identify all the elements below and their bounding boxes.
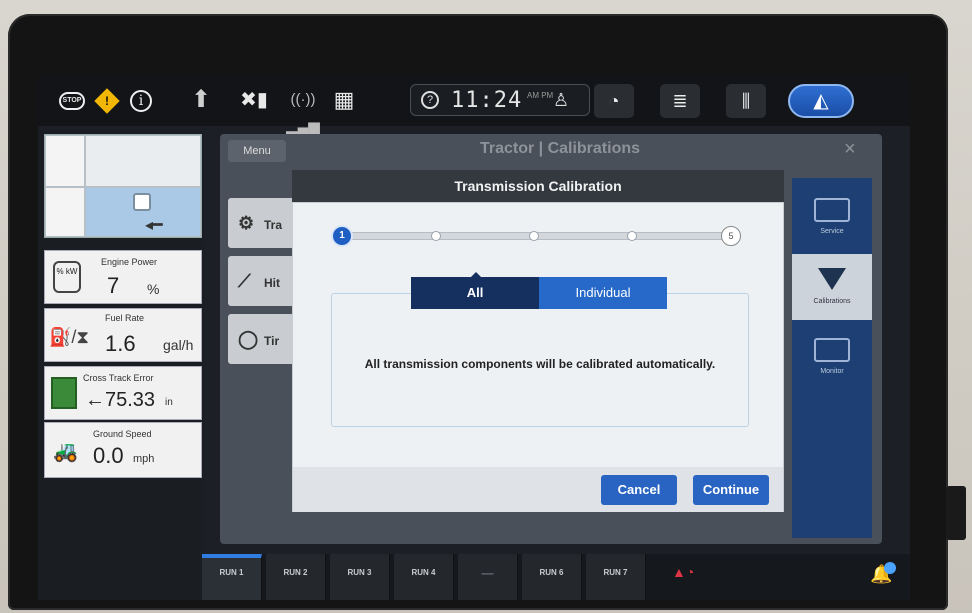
ampm-indicator: AM PM [527,91,554,100]
gear-icon: ⚙ [238,213,255,233]
nav-calibrations[interactable]: Calibrations [792,254,872,320]
engine-power-widget[interactable]: % kW Engine Power 7 % [44,250,202,304]
engine-power-icon: % kW [53,261,81,293]
list-item-label: Tra [264,218,283,232]
field-icon[interactable]: ≣ [660,84,700,118]
step-dot [627,231,637,241]
gps-icon[interactable]: ✖▮ [232,86,276,114]
status-bar: STOP ! i ⬆ ✖▮ ((·)) ▂▄▆ ▦ ? 11:24 AM PM … [38,74,910,136]
device-side-tab [946,486,966,540]
grid-icon[interactable]: ▦ [330,86,358,114]
monitor-icon [814,338,850,362]
cross-track-widget[interactable]: Cross Track Error ←75.33 in [44,366,202,420]
list-item-label: Hit [264,276,280,290]
notification-badge [884,562,896,574]
cross-track-value: ←75.33 [85,389,156,411]
nav-monitor[interactable]: Monitor [792,324,872,390]
tab-run-5-empty[interactable]: — [458,554,518,600]
run-bar: RUN 1 RUN 2 RUN 3 RUN 4 — RUN 6 RUN 7 ▲◔… [202,554,910,600]
cancel-button[interactable]: Cancel [601,475,677,505]
engine-power-unit: % [147,281,160,297]
fuel-rate-widget[interactable]: ⛽/⧗ Fuel Rate 1.6 gal/h [44,308,202,362]
stop-label: STOP [59,91,85,110]
notification-bell-icon[interactable]: 🔔 [870,562,896,590]
tab-run-3[interactable]: RUN 3 [330,554,390,600]
progress-stepper: 1 5 [331,223,745,249]
tab-run-2[interactable]: RUN 2 [266,554,326,600]
calibrations-icon [818,268,846,290]
crop-icon[interactable]: ⫼ [726,84,766,118]
step-dot [431,231,441,241]
user-icon[interactable]: ♙ [553,90,569,111]
clock-widget[interactable]: ? 11:24 AM PM ♙ [410,84,590,116]
service-icon [814,198,850,222]
clock-time: 11:24 [451,88,523,113]
tab-run-6[interactable]: RUN 6 [522,554,582,600]
stop-icon[interactable]: STOP [58,86,86,114]
mini-map[interactable]: ◂━ [44,134,202,238]
list-item-hitch[interactable]: ⟋ Hit [228,256,298,306]
tab-run-7[interactable]: RUN 7 [586,554,646,600]
close-icon[interactable]: × [844,138,856,161]
ground-speed-unit: mph [133,453,155,465]
nav-label: Calibrations [813,298,851,305]
tractor-icon: 🚜 [53,441,78,463]
ground-speed-widget[interactable]: 🚜 Ground Speed 0.0 mph [44,422,202,478]
vehicle-marker-icon [133,193,151,211]
segment-all[interactable]: All [411,277,539,309]
step-dot [529,231,539,241]
warning-icon[interactable]: ! [94,86,120,114]
modal-message: All transmission components will be cali… [364,357,716,371]
nav-label: Service [820,228,844,235]
tab-run-1[interactable]: RUN 1 [202,554,262,600]
app-title: Tractor | Calibrations [479,140,641,157]
ground-speed-value: 0.0 [93,443,124,468]
direction-arrow-icon: ◂━ [145,217,163,234]
fuel-rate-title: Fuel Rate [105,313,145,323]
engine-power-value: 7 [107,273,120,298]
continue-button[interactable]: Continue [693,475,769,505]
fuel-rate-unit: gal/h [163,337,194,353]
selected-caret-icon [471,272,481,277]
modal-footer: Cancel Continue [293,467,783,512]
help-icon[interactable]: ? [421,91,439,109]
cross-track-icon [51,377,77,409]
cross-track-unit: in [165,397,173,408]
transmission-calibration-dialog: 1 5 All Individual All transmission comp… [292,202,784,512]
tire-icon: ◯ [238,329,259,349]
ground-speed-title: Ground Speed [93,429,152,439]
display-screen: STOP ! i ⬆ ✖▮ ((·)) ▂▄▆ ▦ ? 11:24 AM PM … [38,74,910,600]
up-arrow-icon[interactable]: ⬆ [188,86,214,114]
gauge-icon[interactable]: ◔ [594,84,634,118]
modal-title: Transmission Calibration [292,170,784,202]
mode-toggle: All Individual [411,272,667,309]
list-item-label: Tir [264,334,280,348]
cross-track-title: Cross Track Error [83,373,154,383]
engine-power-title: Engine Power [101,257,158,267]
tab-run-4[interactable]: RUN 4 [394,554,454,600]
nav-service[interactable]: Service [792,184,872,250]
right-nav: Service Calibrations Monitor [792,178,872,538]
menu-button[interactable]: Menu [228,140,286,162]
list-item-transmission[interactable]: ⚙ Tra [228,198,298,248]
nav-label: Monitor [820,368,844,375]
left-widget-column: ◂━ % kW Engine Power 7 % ⛽/⧗ Fuel Rate 1… [38,130,204,600]
list-item-tires[interactable]: ◯ Tir [228,314,298,364]
run-alert-icon[interactable]: ▲◔ [672,564,694,580]
navigation-icon[interactable]: ◭ [788,84,854,118]
segment-individual[interactable]: Individual [539,277,667,309]
hitch-icon: ⟋ [238,271,251,291]
calibration-list: ⚙ Tra ⟋ Hit ◯ Tir [228,198,298,372]
info-icon[interactable]: i [128,86,154,114]
fuel-rate-value: 1.6 [105,331,136,356]
fuel-hourglass-icon: ⛽/⧗ [49,327,90,347]
step-last: 5 [721,226,741,246]
step-current: 1 [331,225,353,247]
wifi-signal-icon[interactable]: ((·)) ▂▄▆ [284,86,322,136]
